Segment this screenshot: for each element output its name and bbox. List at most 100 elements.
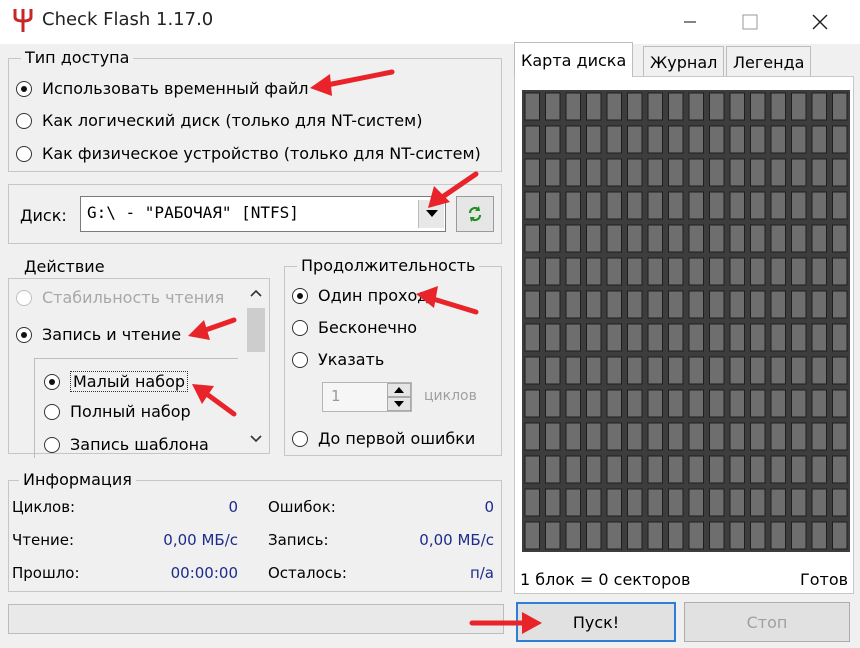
remaining-label: Осталось:: [268, 564, 347, 582]
tab-log[interactable]: Журнал: [643, 46, 725, 76]
close-button[interactable]: [790, 0, 850, 44]
radio-button[interactable]: [16, 80, 32, 97]
disk-block: [709, 521, 725, 550]
action-pattern-write-option[interactable]: Запись шаблона: [44, 435, 209, 454]
disk-block: [709, 257, 725, 286]
disk-block: [545, 290, 561, 319]
radio-button[interactable]: [44, 373, 60, 390]
radio-button[interactable]: [44, 436, 60, 453]
tab-legend[interactable]: Легенда: [726, 46, 812, 76]
dropdown-arrow-icon: [425, 210, 438, 217]
action-write-read-option[interactable]: Запись и чтение: [16, 325, 181, 344]
elapsed-label: Прошло:: [12, 564, 80, 582]
start-button[interactable]: Пуск!: [516, 602, 676, 642]
option-label: Использовать временный файл: [42, 79, 309, 98]
action-full-set-option[interactable]: Полный набор: [44, 402, 191, 421]
disk-block: [565, 224, 581, 253]
disk-block: [586, 191, 602, 220]
disk-block: [688, 257, 704, 286]
disk-block: [524, 356, 540, 385]
stop-button[interactable]: Стоп: [684, 602, 850, 642]
disk-block: [688, 92, 704, 121]
disk-block: [627, 389, 643, 418]
option-label: Запись и чтение: [42, 325, 182, 344]
disk-block: [565, 191, 581, 220]
access-physical-device-option[interactable]: Как физическое устройство (только для NT…: [16, 144, 481, 163]
refresh-button[interactable]: [456, 196, 494, 232]
radio-button[interactable]: [292, 430, 308, 447]
radio-button[interactable]: [16, 289, 32, 306]
disk-block: [668, 488, 684, 517]
radio-button[interactable]: [16, 145, 32, 162]
disk-block: [606, 455, 622, 484]
window-title: Check Flash 1.17.0: [42, 9, 214, 30]
duration-infinite-option[interactable]: Бесконечно: [292, 318, 417, 337]
duration-single-pass-option[interactable]: Один проход: [292, 286, 428, 305]
radio-button[interactable]: [292, 319, 308, 336]
disk-block: [750, 257, 766, 286]
disk-block: [627, 422, 643, 451]
disk-block: [668, 455, 684, 484]
disk-block: [627, 191, 643, 220]
radio-button[interactable]: [44, 403, 60, 420]
disk-block: [688, 323, 704, 352]
disk-block: [832, 191, 848, 220]
maximize-icon: [742, 14, 758, 30]
disk-block: [627, 224, 643, 253]
scrollbar-track: [247, 289, 265, 443]
minimize-button[interactable]: [660, 0, 720, 44]
maximize-button[interactable]: [720, 0, 780, 44]
disk-block: [586, 389, 602, 418]
drive-select[interactable]: G:\ - "РАБОЧАЯ" [NTFS]: [80, 196, 446, 232]
disk-block: [750, 521, 766, 550]
duration-until-error-option[interactable]: До первой ошибки: [292, 429, 475, 448]
disk-block: [565, 356, 581, 385]
duration-specify-option[interactable]: Указать: [292, 350, 384, 369]
disk-block: [668, 125, 684, 154]
disk-block: [606, 422, 622, 451]
disk-block: [647, 455, 663, 484]
disk-block: [586, 521, 602, 550]
spin-down-button[interactable]: [387, 397, 411, 411]
disk-block: [750, 389, 766, 418]
disk-block: [565, 158, 581, 187]
disk-block: [688, 191, 704, 220]
disk-block: [545, 92, 561, 121]
progress-bar: [8, 604, 504, 634]
disk-block: [688, 356, 704, 385]
map-ready-status: Готов: [800, 570, 849, 589]
action-read-stability-option[interactable]: Стабильность чтения: [16, 288, 224, 307]
disk-block: [688, 455, 704, 484]
radio-button[interactable]: [292, 351, 308, 368]
spin-up-button[interactable]: [387, 383, 411, 397]
disk-block: [565, 323, 581, 352]
radio-button[interactable]: [292, 287, 308, 304]
disk-block: [545, 389, 561, 418]
disk-block: [565, 488, 581, 517]
disk-block: [750, 191, 766, 220]
disk-block: [627, 92, 643, 121]
disk-block: [524, 257, 540, 286]
radio-button[interactable]: [16, 112, 32, 129]
action-scrollbar[interactable]: [244, 280, 268, 452]
disk-block: [832, 422, 848, 451]
disk-block: [688, 422, 704, 451]
spin-down-icon: [394, 401, 404, 407]
disk-block: [647, 224, 663, 253]
option-label: Полный набор: [70, 402, 191, 421]
option-label: Малый набор: [70, 371, 189, 392]
disk-block: [832, 257, 848, 286]
access-logical-disk-option[interactable]: Как логический диск (только для NT-систе…: [16, 111, 422, 130]
cycles-stepper[interactable]: [387, 383, 411, 411]
disk-block: [709, 356, 725, 385]
disk-block: [750, 455, 766, 484]
disk-block: [545, 257, 561, 286]
radio-button[interactable]: [16, 326, 32, 343]
drive-dropdown-button[interactable]: [418, 200, 444, 228]
disk-block: [627, 158, 643, 187]
cycles-unit-label: циклов: [424, 388, 477, 404]
action-small-set-option[interactable]: Малый набор: [44, 371, 189, 392]
disk-block: [606, 224, 622, 253]
tab-disk-map[interactable]: Карта диска: [514, 42, 634, 77]
access-temp-file-option[interactable]: Использовать временный файл: [16, 79, 309, 98]
